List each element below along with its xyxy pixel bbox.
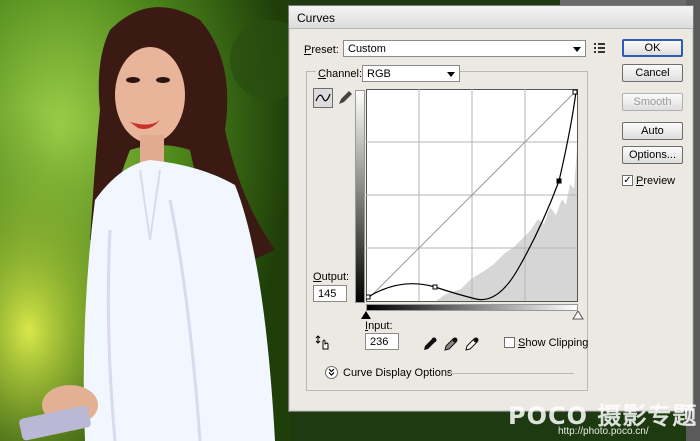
- curve-point[interactable]: [432, 284, 438, 290]
- black-eyedropper-icon[interactable]: [422, 336, 438, 352]
- white-eyedropper-icon[interactable]: [464, 336, 480, 352]
- list-menu-icon[interactable]: [593, 41, 607, 55]
- curve-graph[interactable]: [366, 89, 578, 302]
- expand-options-button[interactable]: [325, 366, 338, 379]
- input-label: Input:: [365, 320, 393, 332]
- portrait-photo: [0, 0, 290, 441]
- preset-select[interactable]: Custom: [343, 40, 586, 57]
- auto-button[interactable]: Auto: [622, 122, 683, 140]
- curve-display-options-label: Curve Display Options: [343, 367, 453, 379]
- preview-label: Preview: [636, 175, 676, 187]
- black-point-slider[interactable]: [360, 311, 372, 320]
- watermark-url: http://photo.poco.cn/: [558, 426, 649, 437]
- white-point-slider[interactable]: [572, 311, 584, 320]
- chevron-down-icon: [573, 47, 581, 52]
- output-field[interactable]: 145: [313, 285, 347, 302]
- curve-point[interactable]: [366, 294, 371, 300]
- smooth-button[interactable]: Smooth: [622, 93, 683, 111]
- curve-tool-button[interactable]: [313, 88, 333, 108]
- output-gradient-bar: [355, 90, 365, 303]
- preset-value: Custom: [348, 43, 386, 55]
- cancel-button[interactable]: Cancel: [622, 64, 683, 82]
- preset-label: Preset:: [304, 44, 339, 56]
- double-chevron-down-icon: [328, 368, 335, 376]
- target-adjust-tool[interactable]: [314, 334, 334, 354]
- pencil-icon: [339, 91, 352, 104]
- input-gradient-bar: [366, 304, 578, 311]
- background-photo: [0, 0, 290, 441]
- input-field[interactable]: 236: [365, 333, 399, 350]
- channel-select[interactable]: RGB: [362, 65, 460, 82]
- output-label: Output:: [313, 271, 350, 283]
- options-button[interactable]: Options...: [622, 146, 683, 164]
- ok-button[interactable]: OK: [622, 39, 683, 57]
- curve-icon: [315, 93, 331, 102]
- curve-point-selected[interactable]: [556, 178, 562, 184]
- dialog-titlebar[interactable]: Curves: [289, 6, 693, 29]
- chevron-down-icon: [447, 72, 455, 77]
- target-hand-icon: [315, 335, 329, 350]
- channel-value: RGB: [367, 68, 391, 80]
- curve-point[interactable]: [572, 89, 578, 95]
- dialog-title: Curves: [297, 11, 336, 25]
- show-clipping-checkbox[interactable]: [504, 337, 515, 348]
- preview-checkbox[interactable]: ✓: [622, 175, 633, 186]
- divider: [446, 373, 574, 374]
- show-clipping-label: Show Clipping: [518, 337, 589, 349]
- curves-dialog: Curves Preset: Custom OK Cancel Smooth A…: [288, 5, 694, 412]
- pencil-tool-button[interactable]: [336, 89, 356, 109]
- channel-label: Channel:: [316, 68, 365, 80]
- gray-eyedropper-icon[interactable]: [443, 336, 459, 352]
